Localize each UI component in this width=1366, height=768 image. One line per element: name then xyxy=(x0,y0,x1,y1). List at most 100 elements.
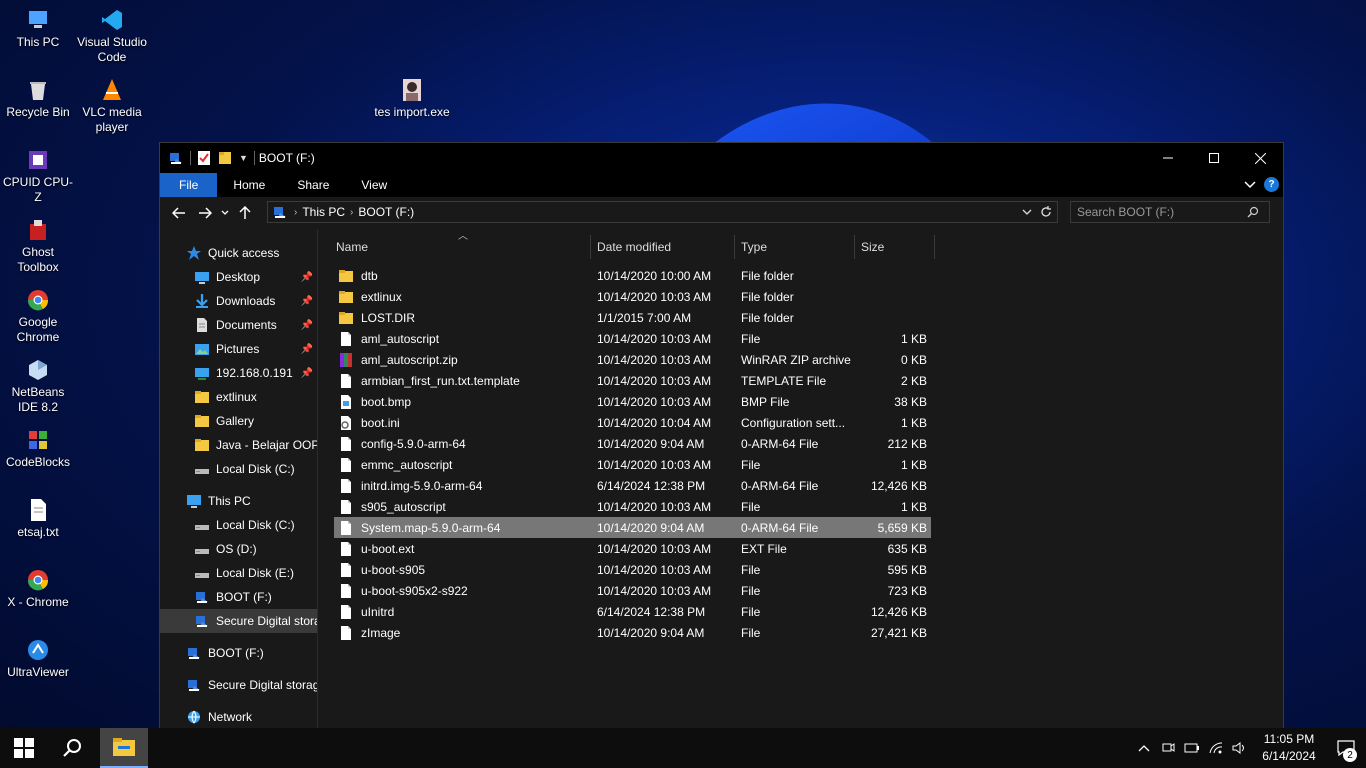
file-name: System.map-5.9.0-arm-64 xyxy=(361,520,501,535)
file-row[interactable]: armbian_first_run.txt.template 10/14/2020… xyxy=(334,370,931,391)
wifi-icon[interactable] xyxy=(1204,728,1228,768)
file-date: 10/14/2020 10:03 AM xyxy=(597,457,712,472)
desktop-icon[interactable]: Visual Studio Code xyxy=(74,8,150,65)
refresh-icon[interactable] xyxy=(1039,204,1053,220)
nav-item-pc-3[interactable]: BOOT (F:) xyxy=(160,585,317,609)
address-dropdown-icon[interactable] xyxy=(1021,204,1033,220)
nav-item-quick-0[interactable]: Desktop 📌 xyxy=(160,265,317,289)
tab-view[interactable]: View xyxy=(345,173,403,197)
nav-item-quick-6[interactable]: Gallery xyxy=(160,409,317,433)
properties-icon[interactable] xyxy=(197,150,211,166)
minimize-button[interactable] xyxy=(1145,143,1191,173)
nav-item-quick-4[interactable]: 192.168.0.191 📌 xyxy=(160,361,317,385)
volume-icon[interactable] xyxy=(1228,728,1252,768)
recent-locations-button[interactable] xyxy=(218,200,232,226)
file-row[interactable]: System.map-5.9.0-arm-64 10/14/2020 9:04 A… xyxy=(334,517,931,538)
desktop-icon[interactable]: tes import.exe xyxy=(374,78,450,120)
clock[interactable]: 11:05 PM 6/14/2024 xyxy=(1252,731,1326,765)
nav-item-quick-3[interactable]: Pictures 📌 xyxy=(160,337,317,361)
nav-item-quick-8[interactable]: Local Disk (C:) xyxy=(160,457,317,481)
file-icon xyxy=(341,499,351,514)
tab-share[interactable]: Share xyxy=(281,173,345,197)
file-row[interactable]: LOST.DIR 1/1/2015 7:00 AM File folder xyxy=(334,307,931,328)
desktop-icon[interactable]: Ghost Toolbox xyxy=(0,218,76,275)
file-type: File folder xyxy=(741,289,794,304)
nav-item-pc-2[interactable]: Local Disk (E:) xyxy=(160,561,317,585)
start-button[interactable] xyxy=(0,728,48,768)
new-folder-icon[interactable] xyxy=(217,150,233,166)
desktop-icon[interactable]: NetBeans IDE 8.2 xyxy=(0,358,76,415)
file-row[interactable]: emmc_autoscript 10/14/2020 10:03 AM File 1 … xyxy=(334,454,931,475)
tab-home[interactable]: Home xyxy=(217,173,281,197)
file-row[interactable]: aml_autoscript.zip 10/14/2020 10:03 AM Win… xyxy=(334,349,931,370)
file-row[interactable]: boot.ini 10/14/2020 10:04 AM Configuration… xyxy=(334,412,931,433)
show-hidden-icons-icon[interactable] xyxy=(1132,728,1156,768)
address-bar[interactable]: › This PC › BOOT (F:) xyxy=(267,201,1058,223)
column-type[interactable]: Type xyxy=(735,235,855,259)
column-date[interactable]: Date modified xyxy=(591,235,735,259)
maximize-button[interactable] xyxy=(1191,143,1237,173)
breadcrumb-boot[interactable]: BOOT (F:) xyxy=(358,205,414,219)
tab-file[interactable]: File xyxy=(160,173,218,197)
power-icon[interactable] xyxy=(1180,728,1204,768)
desktop-icon[interactable]: This PC xyxy=(0,8,76,50)
desktop-icon[interactable]: CodeBlocks xyxy=(0,428,76,470)
file-row[interactable]: u-boot.ext 10/14/2020 10:03 AM EXT File 635… xyxy=(334,538,931,559)
search-input[interactable] xyxy=(1077,205,1247,219)
column-size[interactable]: Size xyxy=(855,235,935,259)
nav-this-pc[interactable]: This PC xyxy=(160,489,317,513)
taskbar-file-explorer[interactable] xyxy=(100,728,148,768)
nav-boot-drive[interactable]: BOOT (F:) xyxy=(160,641,317,665)
file-date: 10/14/2020 9:04 AM xyxy=(597,625,705,640)
up-button[interactable] xyxy=(232,200,258,226)
ultraviewer-icon xyxy=(28,640,48,660)
desktop-icon[interactable]: UltraViewer xyxy=(0,638,76,680)
expand-ribbon-icon[interactable] xyxy=(1244,180,1256,189)
nav-secure-digital[interactable]: Secure Digital storage xyxy=(160,673,317,697)
file-row[interactable]: u-boot-s905x2-s922 10/14/2020 10:03 AM Fil… xyxy=(334,580,931,601)
file-row[interactable]: s905_autoscript 10/14/2020 10:03 AM File 1 … xyxy=(334,496,931,517)
nav-item-quick-1[interactable]: Downloads 📌 xyxy=(160,289,317,313)
file-type: File xyxy=(741,562,761,577)
close-button[interactable] xyxy=(1237,143,1283,173)
file-row[interactable]: extlinux 10/14/2020 10:03 AM File folder xyxy=(334,286,931,307)
back-button[interactable] xyxy=(166,200,192,226)
desktop-icon[interactable]: VLC media player xyxy=(74,78,150,135)
nav-item-pc-4[interactable]: Secure Digital storag xyxy=(160,609,317,633)
file-row[interactable]: initrd.img-5.9.0-arm-64 6/14/2024 12:38 P… xyxy=(334,475,931,496)
column-name[interactable]: Name xyxy=(318,235,591,259)
help-button[interactable]: ? xyxy=(1264,177,1279,192)
file-row[interactable]: config-5.9.0-arm-64 10/14/2020 9:04 AM 0-A… xyxy=(334,433,931,454)
search-box[interactable] xyxy=(1070,201,1270,223)
file-row[interactable]: zImage 10/14/2020 9:04 AM File 27,421 KB xyxy=(334,622,931,643)
qa-dropdown-icon[interactable]: ▼ xyxy=(239,153,248,163)
nav-item-pc-0[interactable]: Local Disk (C:) xyxy=(160,513,317,537)
file-icon xyxy=(341,373,351,388)
file-row[interactable]: uInitrd 6/14/2024 12:38 PM File 12,426 KB xyxy=(334,601,931,622)
nav-network[interactable]: Network xyxy=(160,705,317,729)
local-disk-icon xyxy=(195,469,209,474)
file-type: File xyxy=(741,499,761,514)
notifications-button[interactable]: 2 xyxy=(1326,728,1366,768)
meet-now-icon[interactable] xyxy=(1156,728,1180,768)
file-row[interactable]: boot.bmp 10/14/2020 10:03 AM BMP File 38 KB xyxy=(334,391,931,412)
search-button[interactable] xyxy=(48,728,96,768)
file-row[interactable]: aml_autoscript 10/14/2020 10:03 AM File 1 K… xyxy=(334,328,931,349)
nav-item-pc-1[interactable]: OS (D:) xyxy=(160,537,317,561)
nav-item-quick-7[interactable]: Java - Belajar OOP xyxy=(160,433,317,457)
drive-icon[interactable] xyxy=(168,150,184,166)
breadcrumb-this-pc[interactable]: This PC xyxy=(302,205,345,219)
desktop-icon[interactable]: etsaj.txt xyxy=(0,498,76,540)
desktop-icon[interactable]: X - Chrome xyxy=(0,568,76,610)
nav-item-quick-5[interactable]: extlinux xyxy=(160,385,317,409)
nav-item-quick-2[interactable]: Documents 📌 xyxy=(160,313,317,337)
file-row[interactable]: u-boot-s905 10/14/2020 10:03 AM File 595 KB xyxy=(334,559,931,580)
desktop-icon[interactable]: Recycle Bin xyxy=(0,78,76,120)
chevron-down-icon xyxy=(221,210,229,215)
forward-button[interactable] xyxy=(192,200,218,226)
desktop-icon[interactable]: CPUID CPU-Z xyxy=(0,148,76,205)
pin-icon: 📌 xyxy=(300,295,313,307)
nav-quick-access[interactable]: Quick access xyxy=(160,241,317,265)
desktop-icon[interactable]: Google Chrome xyxy=(0,288,76,345)
file-row[interactable]: dtb 10/14/2020 10:00 AM File folder xyxy=(334,265,931,286)
